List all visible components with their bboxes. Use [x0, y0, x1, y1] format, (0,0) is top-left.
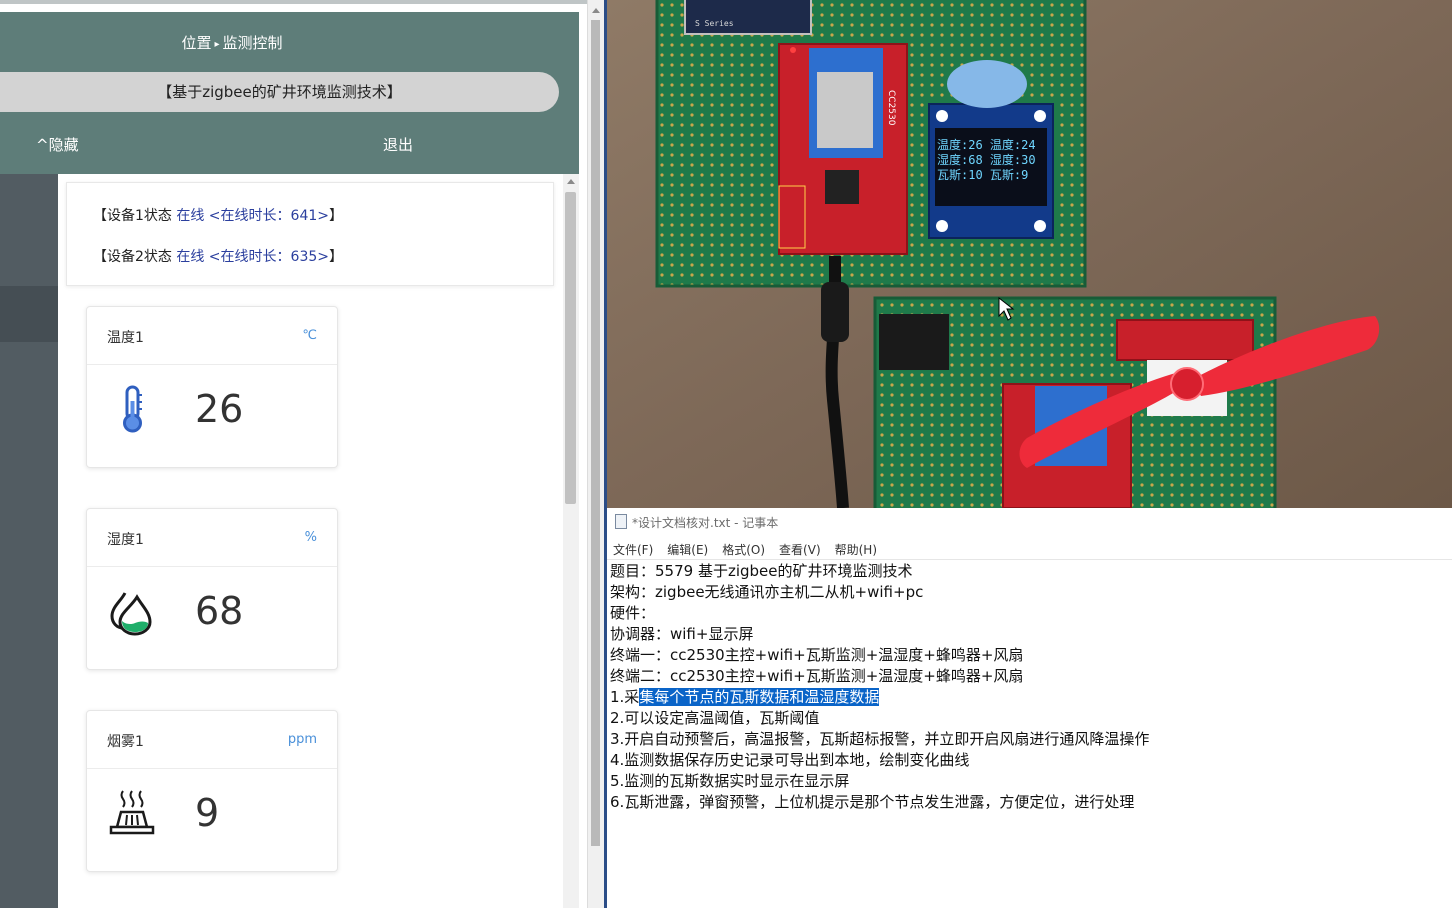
menu-edit[interactable]: 编辑(E): [667, 543, 708, 557]
notepad-window: *设计文档核对.txt - 记事本 文件(F) 编辑(E) 格式(O) 查看(V) 帮助…: [607, 508, 1452, 908]
card-unit: %: [304, 530, 317, 545]
device2-online-duration: <在线时长：635>: [204, 249, 329, 265]
temperature-card: 温度1 ℃ 26: [86, 306, 338, 468]
text-line: 架构：zigbee无线通讯亦主机二从机+wifi+pc: [610, 583, 924, 601]
window-top-edge: [0, 0, 590, 4]
card-unit: ppm: [287, 732, 317, 747]
sidebar-item-active[interactable]: [0, 286, 58, 342]
text-line: 6.瓦斯泄露，弹窗预警，上位机提示是那个节点发生泄露，方便定位，进行处理: [610, 793, 1135, 811]
text-before-selection: 1.采: [610, 688, 640, 706]
device1-status-end: 】: [329, 208, 343, 224]
content-scrollbar[interactable]: [563, 174, 579, 908]
notepad-menubar: 文件(F) 编辑(E) 格式(O) 查看(V) 帮助(H): [613, 541, 891, 558]
device1-online-state: 在线: [176, 208, 205, 224]
hardware-photo: S Series CC2530 温度:26 温度:24 湿度:68 湿度:30 …: [607, 0, 1452, 508]
text-line: 题目：5579 基于zigbee的矿井环境监测技术: [610, 562, 913, 580]
humidity-value: 68: [195, 589, 244, 633]
text-line: 3.开启自动预警后，高温报警，瓦斯超标报警，并立即开启风扇进行通风降温操作: [610, 730, 1150, 748]
thermometer-icon: [123, 385, 142, 433]
smoke-icon: [109, 790, 155, 835]
device2-status-end: 】: [329, 249, 343, 265]
smoke-value: 9: [195, 791, 220, 835]
device2-status: 【设备2状态 在线 <在线时长：635>】: [93, 246, 343, 266]
system-title: 【基于zigbee的矿井环境监测技术】: [157, 83, 402, 101]
temperature-value: 26: [195, 387, 244, 431]
smoke-card: 烟雾1 ppm 9: [86, 710, 338, 872]
breadcrumb-location: 位置: [181, 34, 212, 52]
text-line: 4.监测数据保存历史记录可导出到本地，绘制变化曲线: [610, 751, 970, 769]
card-header: 温度1 ℃: [87, 307, 337, 365]
card-title: 湿度1: [107, 532, 144, 548]
app-header: 位置 ▸ 监测控制 【基于zigbee的矿井环境监测技术】 ^隐藏 退出: [0, 12, 579, 174]
window-scroll-thumb[interactable]: [591, 20, 600, 846]
card-unit: ℃: [302, 328, 317, 343]
exit-button[interactable]: 退出: [383, 134, 413, 155]
text-line: 5.监测的瓦斯数据实时显示在显示屏: [610, 772, 850, 790]
hardware-photo-image: S Series CC2530 温度:26 温度:24 湿度:68 湿度:30 …: [607, 0, 1452, 508]
notepad-titlebar: *设计文档核对.txt - 记事本: [615, 514, 778, 531]
text-line: 终端一：cc2530主控+wifi+瓦斯监测+温湿度+蜂鸣器+风扇: [610, 646, 1024, 664]
breadcrumb-page: 监测控制: [222, 34, 283, 52]
notepad-title: *设计文档核对.txt - 记事本: [632, 516, 779, 530]
device2-status-label: 【设备2状态: [93, 249, 177, 265]
browser-pane: 位置 ▸ 监测控制 【基于zigbee的矿井环境监测技术】 ^隐藏 退出 【设备1状…: [0, 0, 606, 908]
card-title: 温度1: [107, 330, 144, 346]
humidity-card: 湿度1 % 68: [86, 508, 338, 670]
device-status-card: 【设备1状态 在线 <在线时长：641>】 【设备2状态 在线 <在线时长：63…: [66, 182, 554, 286]
menu-view[interactable]: 查看(V): [779, 543, 821, 557]
system-title-bar: 【基于zigbee的矿井环境监测技术】: [0, 72, 559, 112]
window-scrollbar[interactable]: [587, 0, 604, 908]
breadcrumb-arrow-icon: ▸: [214, 39, 220, 50]
card-header: 湿度1 %: [87, 509, 337, 567]
menubar-separator: [607, 559, 1452, 560]
scroll-thumb[interactable]: [565, 192, 576, 504]
text-line: 2.可以设定高温阈值，瓦斯阈值: [610, 709, 820, 727]
device1-status-label: 【设备1状态: [93, 208, 177, 224]
menu-help[interactable]: 帮助(H): [835, 543, 877, 557]
scroll-up-icon[interactable]: [567, 179, 575, 184]
window-scroll-up-icon[interactable]: [592, 8, 600, 13]
device1-online-duration: <在线时长：641>: [204, 208, 329, 224]
card-title: 烟雾1: [107, 734, 144, 750]
menu-format[interactable]: 格式(O): [722, 543, 765, 557]
text-line: 终端二：cc2530主控+wifi+瓦斯监测+温湿度+蜂鸣器+风扇: [610, 667, 1024, 685]
device2-online-state: 在线: [176, 249, 205, 265]
oled-line-1: 温度:26 温度:24: [937, 137, 1036, 152]
breadcrumb: 位置 ▸ 监测控制: [0, 32, 464, 53]
hide-button[interactable]: ^隐藏: [36, 134, 79, 155]
card-header: 烟雾1 ppm: [87, 711, 337, 769]
monitor-content: 【设备1状态 在线 <在线时长：641>】 【设备2状态 在线 <在线时长：63…: [58, 174, 563, 908]
selected-text[interactable]: 集每个节点的瓦斯数据和温湿度数据: [639, 688, 880, 706]
text-line: 1.采集每个节点的瓦斯数据和温湿度数据: [610, 687, 1149, 708]
oled-line-2: 湿度:68 湿度:30: [937, 152, 1036, 167]
water-drop-icon: [110, 592, 152, 636]
notepad-document-icon: [615, 514, 627, 529]
cc2530-label: CC2530: [886, 90, 896, 126]
menu-file[interactable]: 文件(F): [613, 543, 653, 557]
notepad-text-area[interactable]: 题目：5579 基于zigbee的矿井环境监测技术 架构：zigbee无线通讯亦主…: [610, 561, 1149, 813]
esp-module-label: S Series: [695, 19, 734, 28]
text-line: 硬件：: [610, 604, 656, 622]
text-line: 协调器：wifi+显示屏: [610, 625, 754, 643]
oled-line-3: 瓦斯:10 瓦斯:9: [937, 168, 1028, 182]
device1-status: 【设备1状态 在线 <在线时长：641>】: [93, 205, 343, 225]
sidebar: [0, 174, 58, 908]
